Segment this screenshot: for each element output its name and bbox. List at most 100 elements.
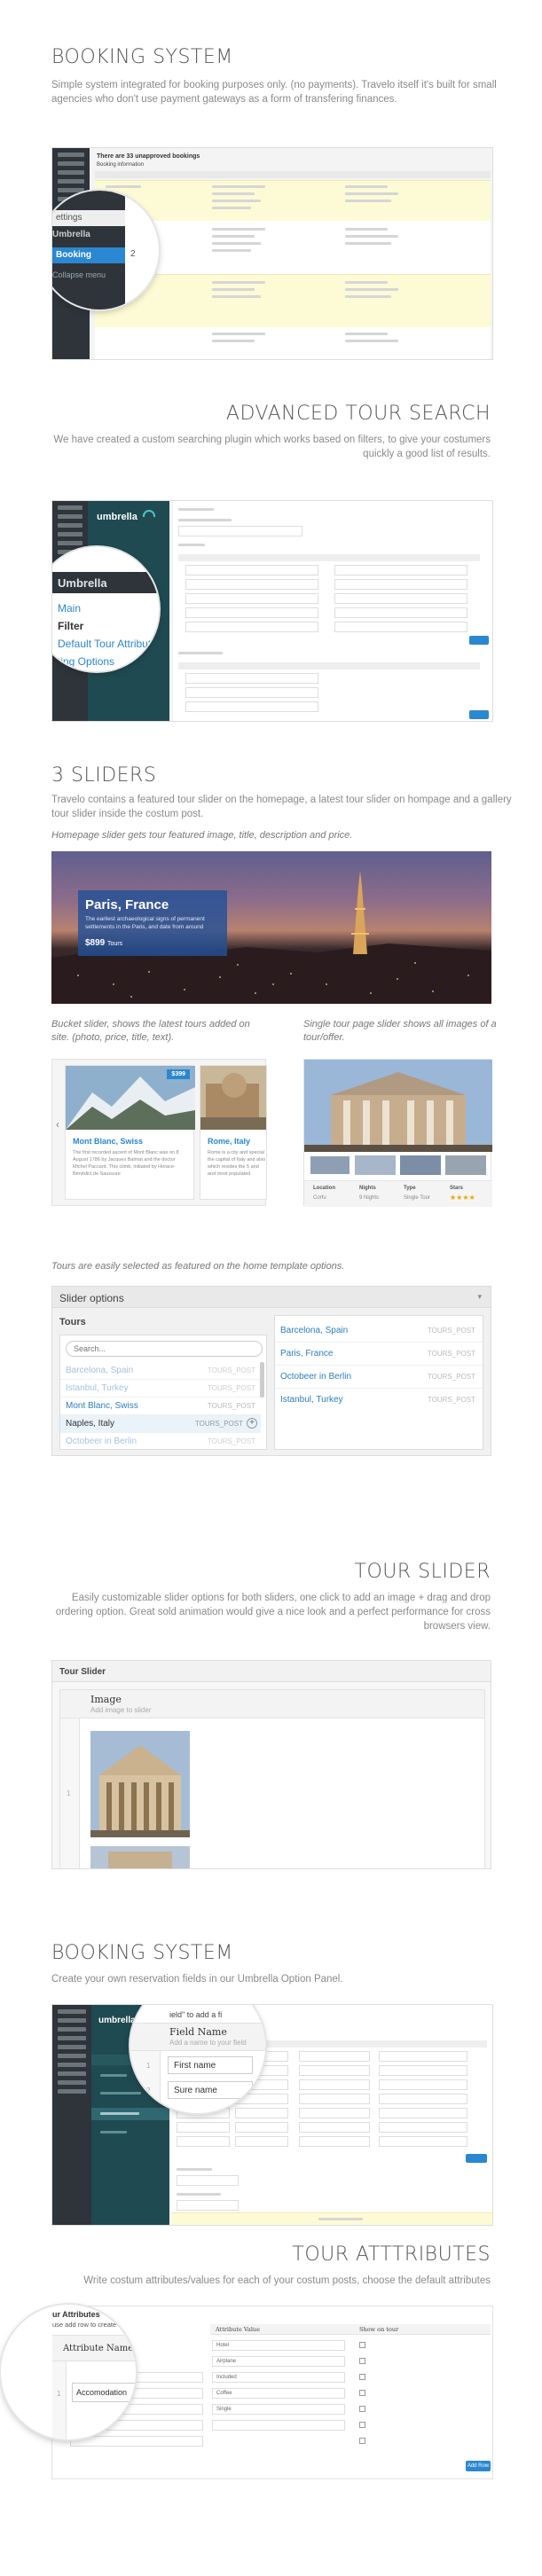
menu-default-attributes[interactable]: Default Tour Attributes	[58, 638, 159, 650]
admin-sidebar	[52, 2005, 91, 2225]
thumbnail[interactable]	[445, 1155, 486, 1175]
image-table: Image Add image to slider 1	[59, 1689, 485, 1869]
show-checkbox[interactable]	[359, 2390, 365, 2396]
thumbnail[interactable]	[400, 1155, 441, 1175]
list-item[interactable]: Octobeer in Berlin TOURS_POST	[60, 1433, 261, 1451]
attributes-screenshot: Attribute Value Show on tour Hotel Airpl…	[1, 2305, 493, 2479]
single-slider-caption: Single tour page slider shows all images…	[303, 1019, 497, 1043]
show-checkbox[interactable]	[359, 2438, 365, 2444]
list-item[interactable]: Paris, France TOURS_POST	[275, 1343, 483, 1366]
list-item[interactable]: Istanbul, Turkey TOURS_POST	[275, 1389, 483, 1412]
homepage-slider-note: Homepage slider gets tour featured image…	[51, 830, 353, 841]
booking-fields-screenshot: umbrella ield" to add a fi Field Name Ad	[51, 2004, 493, 2226]
section-description: Easily customizable slider options for b…	[55, 1593, 491, 1632]
section-description: We have created a custom searching plugi…	[53, 435, 491, 459]
sure-name-field[interactable]: Sure name	[168, 2081, 253, 2099]
panel-header: Tour Slider	[52, 1661, 491, 1682]
umbrella-icon	[143, 510, 155, 517]
add-row-button[interactable]: Add Row	[466, 2461, 491, 2471]
menu-booking[interactable]: Booking	[52, 247, 125, 263]
panel-title: Tour Slider	[59, 1667, 106, 1677]
menu-main[interactable]: Main	[58, 602, 81, 615]
bucket-card[interactable]: Rome, Italy Rome is a city and special t…	[200, 1065, 267, 1200]
slider-prev-icon[interactable]: ‹	[56, 1118, 59, 1131]
homepage-hero-slider[interactable]: Paris, France The earliest archaeologica…	[51, 851, 491, 1004]
bucket-slider: ‹ $399 Mont Blanc, Swiss The first recor…	[51, 1059, 267, 1206]
section-tour-search: ADVANCED TOUR SEARCH We have created a c…	[0, 372, 542, 754]
menu-listing-options[interactable]: ting Options	[58, 655, 114, 668]
available-tours-list: Barcelona, Spain TOURS_POST Istanbul, Tu…	[59, 1335, 267, 1450]
row-number: 2	[130, 249, 136, 259]
section-booking-system: BOOKING SYSTEM Simple system integrated …	[0, 0, 542, 372]
thumbnail[interactable]	[310, 1155, 350, 1175]
section-sliders: 3 SLIDERS Travelo contains a featured to…	[0, 754, 542, 1561]
show-on-tour-header: Show on tour	[359, 2326, 399, 2333]
church-image[interactable]	[90, 1731, 190, 1837]
bucket-card-text: Rome is a city and special the capital o…	[208, 1150, 266, 1177]
list-item[interactable]: Istanbul, Turkey TOURS_POST	[60, 1380, 261, 1398]
section-title: ADVANCED TOUR SEARCH	[225, 403, 491, 425]
attribute-name-header: Attribute Name	[63, 2344, 134, 2353]
star-rating: ★★★★	[450, 1194, 475, 1202]
list-item[interactable]: Mont Blanc, Swiss TOURS_POST	[60, 1398, 261, 1415]
menu-umbrella[interactable]: Umbrella	[52, 230, 90, 239]
hero-caption-box: Paris, France The earliest archaeologica…	[78, 890, 227, 956]
section-tour-attributes: TOUR ATTTRIBUTES Write costum attributes…	[0, 2243, 542, 2576]
hero-city: Paris, France	[85, 897, 169, 912]
first-name-field[interactable]: First name	[168, 2056, 253, 2074]
attribute-value-field[interactable]: Airplane	[212, 2356, 345, 2367]
menu-settings[interactable]: ettings	[52, 210, 125, 226]
column-subtitle: Add image to slider	[90, 1706, 152, 1714]
list-item[interactable]: Barcelona, Spain TOURS_POST	[60, 1362, 261, 1380]
save-button[interactable]	[469, 710, 489, 719]
add-row-button[interactable]	[469, 636, 489, 645]
list-item[interactable]: Barcelona, Spain TOURS_POST	[275, 1319, 483, 1343]
selected-tours-list: Barcelona, Spain TOURS_POST Paris, Franc…	[274, 1315, 483, 1450]
church-image-2[interactable]	[90, 1846, 190, 1869]
field-name-subtitle: Add a name to your field	[169, 2039, 247, 2047]
umbrella-logo: umbrella	[97, 512, 137, 522]
list-item[interactable]: Octobeer in Berlin TOURS_POST	[275, 1366, 483, 1389]
bucket-slider-caption: Bucket slider, shows the latest tours ad…	[51, 1019, 250, 1043]
collapse-menu[interactable]: Collapse menu	[52, 270, 106, 279]
booking-info-title: Booking information	[97, 162, 145, 168]
single-tour-slider: Location Nights Type Stars Corfu 9 Night…	[303, 1059, 492, 1207]
show-checkbox[interactable]	[359, 2358, 365, 2364]
magnifier-lens: ur Attributes use add row to create attr…	[1, 2305, 136, 2439]
search-screenshot: umbrella Umbrella Main Filter Default To…	[51, 500, 493, 722]
show-checkbox[interactable]	[359, 2374, 365, 2380]
section-description: Write costum attributes/values for each …	[83, 2275, 491, 2286]
attribute-value-field[interactable]: Single	[212, 2404, 345, 2415]
attribute-value-field[interactable]: Coffee	[212, 2388, 345, 2399]
attribute-value-field[interactable]: Hotel	[212, 2340, 345, 2351]
column-header: Image	[90, 1694, 122, 1705]
show-checkbox[interactable]	[359, 2342, 365, 2348]
search-input[interactable]	[66, 1341, 263, 1357]
bucket-card-text: The first recorded ascent of Mont Blanc …	[73, 1150, 179, 1177]
panel-header: Slider options ▾	[52, 1287, 491, 1308]
section-tour-slider: TOUR SLIDER Easily customizable slider o…	[0, 1561, 542, 1942]
add-icon[interactable]: +	[247, 1418, 257, 1429]
scrollbar[interactable]	[260, 1362, 264, 1398]
section-description: Travelo contains a featured tour slider …	[51, 795, 512, 819]
show-checkbox[interactable]	[359, 2422, 365, 2428]
available-tours-rows: Barcelona, Spain TOURS_POST Istanbul, Tu…	[60, 1362, 261, 1451]
row-number: 1	[67, 1789, 71, 1797]
menu-umbrella[interactable]: Umbrella	[58, 576, 107, 590]
slider-options-panel: Slider options ▾ Tours Barcelona, Spain …	[51, 1286, 491, 1456]
section-title: BOOKING SYSTEM	[51, 1942, 233, 1964]
add-row-button[interactable]	[466, 2154, 487, 2163]
featured-selection-note: Tours are easily selected as featured on…	[51, 1261, 345, 1272]
bucket-card[interactable]: $399 Mont Blanc, Swiss The first recorde…	[65, 1065, 195, 1200]
accomodation-field[interactable]: Accomodation	[72, 2383, 136, 2402]
magnifier-hint: ield" to add a fi	[169, 2010, 223, 2019]
collapse-arrow-icon[interactable]: ▾	[477, 1292, 482, 1302]
show-checkbox[interactable]	[359, 2406, 365, 2412]
section-description: Simple system integrated for booking pur…	[51, 80, 497, 105]
section-title: TOUR SLIDER	[354, 1561, 491, 1583]
attribute-value-field[interactable]: Included	[212, 2372, 345, 2383]
list-item-hover[interactable]: Naples, Italy TOURS_POST +	[60, 1415, 261, 1433]
menu-filter[interactable]: Filter	[58, 620, 83, 632]
section-booking-fields: BOOKING SYSTEM Create your own reservati…	[0, 1942, 542, 2243]
thumbnail[interactable]	[355, 1155, 396, 1175]
